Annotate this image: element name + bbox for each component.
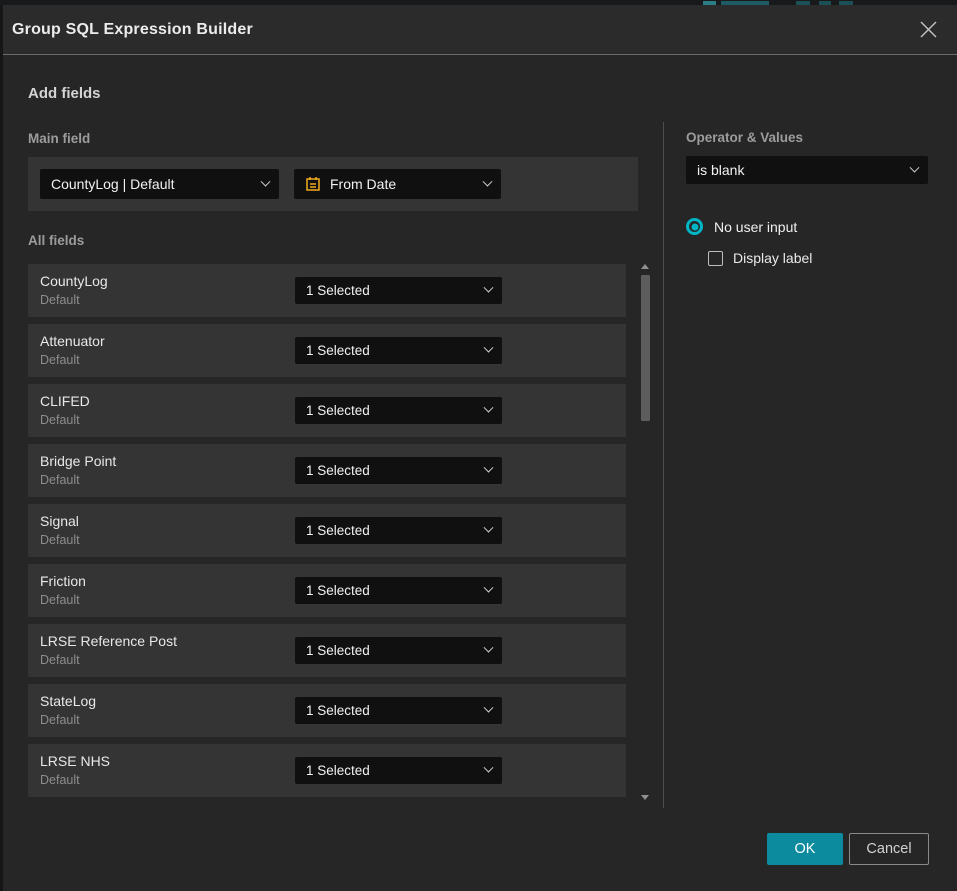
main-field-label: Main field — [28, 131, 90, 146]
chevron-down-icon — [484, 523, 494, 533]
calendar-icon — [305, 176, 321, 192]
field-row: Attenuator Default 1 Selected — [28, 324, 626, 377]
dialog-title: Group SQL Expression Builder — [12, 21, 253, 39]
field-selected-value: 1 Selected — [306, 343, 370, 358]
field-row: CountyLog Default 1 Selected — [28, 264, 626, 317]
group-sql-expression-builder-dialog: Group SQL Expression Builder Add fields … — [3, 5, 957, 891]
vertical-divider — [663, 122, 664, 808]
field-name: CLIFED — [40, 393, 90, 409]
field-selected-value: 1 Selected — [306, 283, 370, 298]
field-layer-sublabel: Default — [40, 773, 80, 787]
field-name: Bridge Point — [40, 453, 116, 469]
chevron-down-icon — [484, 283, 494, 293]
field-selected-value: 1 Selected — [306, 463, 370, 478]
operator-select[interactable]: is blank — [686, 156, 928, 184]
field-selected-dropdown[interactable]: 1 Selected — [295, 397, 502, 424]
close-icon — [919, 20, 938, 39]
field-layer-sublabel: Default — [40, 533, 80, 547]
chevron-down-icon — [484, 343, 494, 353]
chevron-down-icon — [483, 176, 493, 186]
field-name: LRSE Reference Post — [40, 633, 177, 649]
radio-selected-icon[interactable] — [686, 218, 703, 235]
field-selected-value: 1 Selected — [306, 583, 370, 598]
field-selected-dropdown[interactable]: 1 Selected — [295, 277, 502, 304]
all-fields-list: CountyLog Default 1 Selected Attenuator … — [28, 264, 626, 801]
chevron-down-icon — [484, 463, 494, 473]
main-layer-select-value: CountyLog | Default — [51, 176, 175, 192]
ok-button[interactable]: OK — [767, 833, 843, 865]
add-fields-heading: Add fields — [28, 85, 101, 102]
chevron-down-icon — [484, 703, 494, 713]
chevron-down-icon — [910, 162, 920, 172]
close-button[interactable] — [917, 19, 939, 41]
field-row: LRSE Reference Post Default 1 Selected — [28, 624, 626, 677]
field-selected-dropdown[interactable]: 1 Selected — [295, 457, 502, 484]
main-field-select-value: From Date — [330, 176, 396, 192]
all-fields-label: All fields — [28, 233, 84, 248]
field-layer-sublabel: Default — [40, 353, 80, 367]
field-row: Friction Default 1 Selected — [28, 564, 626, 617]
field-name: LRSE NHS — [40, 753, 110, 769]
field-layer-sublabel: Default — [40, 593, 80, 607]
field-name: CountyLog — [40, 273, 108, 289]
field-layer-sublabel: Default — [40, 413, 80, 427]
field-selected-dropdown[interactable]: 1 Selected — [295, 517, 502, 544]
no-user-input-radio-row[interactable]: No user input — [686, 218, 797, 235]
main-field-select[interactable]: From Date — [294, 169, 501, 199]
field-row: Signal Default 1 Selected — [28, 504, 626, 557]
field-layer-sublabel: Default — [40, 653, 80, 667]
field-selected-dropdown[interactable]: 1 Selected — [295, 637, 502, 664]
main-layer-select[interactable]: CountyLog | Default — [40, 169, 279, 199]
checkbox-unchecked-icon[interactable] — [708, 251, 723, 266]
cancel-button[interactable]: Cancel — [849, 833, 929, 865]
field-selected-dropdown[interactable]: 1 Selected — [295, 337, 502, 364]
operator-select-value: is blank — [697, 162, 744, 178]
no-user-input-label: No user input — [714, 219, 797, 235]
display-label-checkbox-row[interactable]: Display label — [708, 250, 812, 266]
chevron-down-icon — [484, 763, 494, 773]
list-scrollbar[interactable] — [637, 264, 653, 805]
scroll-down-icon[interactable] — [641, 795, 649, 800]
field-name: Signal — [40, 513, 79, 529]
field-row: Bridge Point Default 1 Selected — [28, 444, 626, 497]
field-name: StateLog — [40, 693, 96, 709]
field-layer-sublabel: Default — [40, 473, 80, 487]
field-selected-value: 1 Selected — [306, 403, 370, 418]
display-label-label: Display label — [733, 250, 812, 266]
field-layer-sublabel: Default — [40, 713, 80, 727]
main-field-panel: CountyLog | Default From Date — [28, 157, 638, 211]
field-name: Friction — [40, 573, 86, 589]
field-row: CLIFED Default 1 Selected — [28, 384, 626, 437]
operator-values-label: Operator & Values — [686, 130, 803, 145]
field-selected-value: 1 Selected — [306, 523, 370, 538]
scrollbar-thumb[interactable] — [641, 275, 650, 421]
chevron-down-icon — [261, 176, 271, 186]
chevron-down-icon — [484, 403, 494, 413]
field-row: StateLog Default 1 Selected — [28, 684, 626, 737]
scroll-up-icon[interactable] — [641, 264, 649, 269]
field-selected-value: 1 Selected — [306, 763, 370, 778]
field-name: Attenuator — [40, 333, 105, 349]
field-selected-dropdown[interactable]: 1 Selected — [295, 697, 502, 724]
field-selected-dropdown[interactable]: 1 Selected — [295, 577, 502, 604]
chevron-down-icon — [484, 643, 494, 653]
chevron-down-icon — [484, 583, 494, 593]
field-selected-value: 1 Selected — [306, 703, 370, 718]
field-layer-sublabel: Default — [40, 293, 80, 307]
field-selected-value: 1 Selected — [306, 643, 370, 658]
dialog-header: Group SQL Expression Builder — [3, 5, 957, 55]
field-selected-dropdown[interactable]: 1 Selected — [295, 757, 502, 784]
field-row: LRSE NHS Default 1 Selected — [28, 744, 626, 797]
